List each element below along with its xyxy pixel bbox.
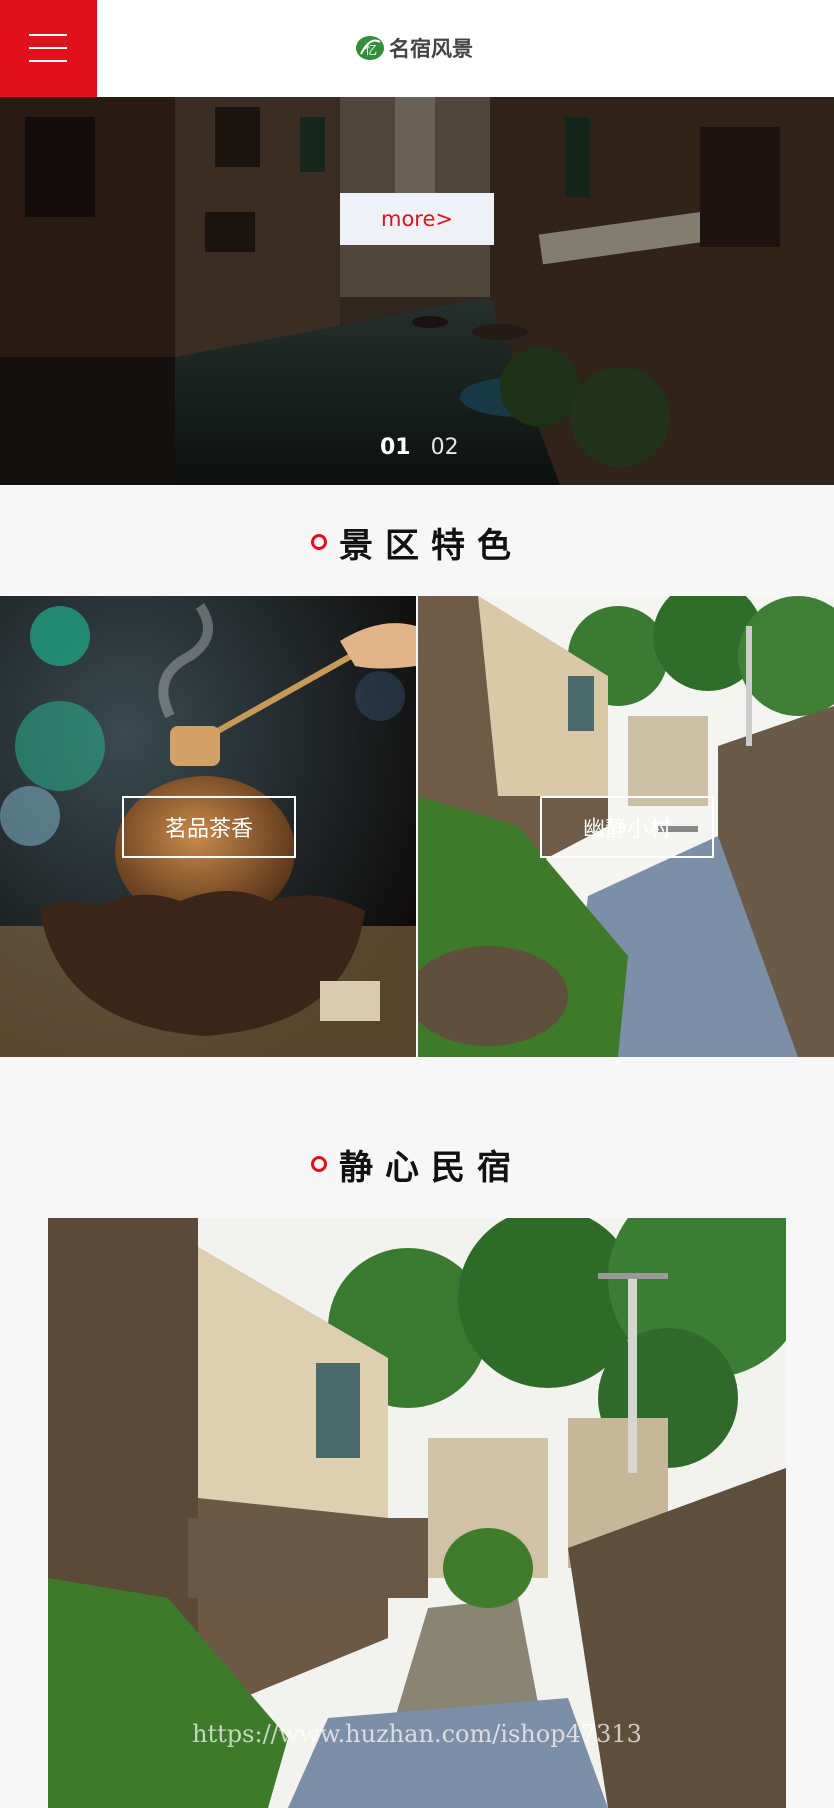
slide-pager: 01 02	[380, 435, 459, 460]
canal-photo	[0, 97, 834, 485]
feature-tile-village[interactable]: 幽静小村	[418, 596, 834, 1057]
red-circle-icon	[311, 1156, 327, 1172]
slide-indicator-2[interactable]: 02	[431, 435, 459, 460]
features-grid: 茗品茶香 幽静小村	[0, 596, 834, 1057]
feature-label-village[interactable]: 幽静小村	[540, 796, 714, 858]
logo[interactable]: 忆 名宿风景	[355, 32, 473, 64]
features-title: 景区特色	[339, 525, 523, 566]
hamburger-menu-icon[interactable]	[0, 0, 97, 97]
feature-label-tea[interactable]: 茗品茶香	[122, 796, 296, 858]
leaf-logo-icon: 忆	[356, 36, 384, 60]
logo-text: 名宿风景	[389, 36, 473, 61]
homestay-title: 静心民宿	[339, 1147, 523, 1188]
watermark-text: https://www.huzhan.com/ishop47313	[192, 1720, 642, 1748]
homestay-section-title: 静心民宿	[0, 1134, 834, 1194]
red-circle-icon	[311, 534, 327, 550]
svg-text:忆: 忆	[365, 43, 377, 57]
features-section-title: 景区特色	[0, 512, 834, 572]
slide-indicator-1[interactable]: 01	[380, 435, 411, 460]
more-button[interactable]: more>	[340, 193, 494, 245]
feature-tile-tea[interactable]: 茗品茶香	[0, 596, 416, 1057]
hero-banner[interactable]: more> 01 02	[0, 97, 834, 485]
header: 忆 名宿风景	[0, 0, 834, 97]
